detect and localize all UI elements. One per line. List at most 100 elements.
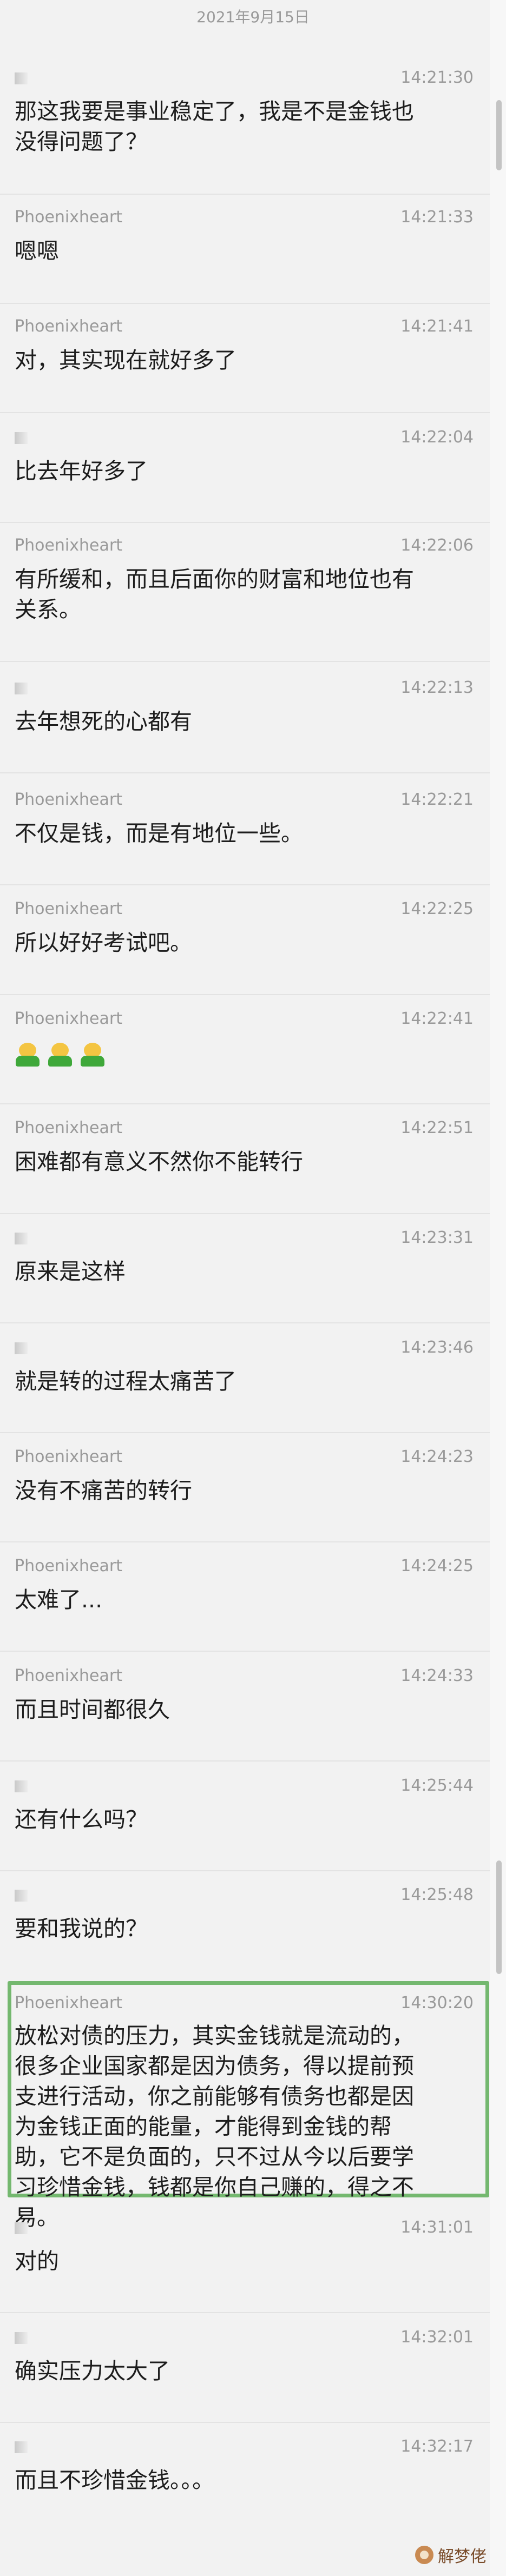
divider — [0, 772, 490, 773]
message-sender: Phoenixheart — [15, 1447, 122, 1466]
masked-sender-avatar — [15, 2441, 28, 2453]
message-text: 不仅是钱，而是有地位一些。 — [15, 820, 303, 846]
message-text: 困难都有意义不然你不能转行 — [15, 1149, 303, 1175]
message-time: 14:22:13 — [400, 678, 474, 697]
masked-sender-avatar — [15, 2332, 28, 2344]
message-time: 14:22:25 — [400, 899, 474, 918]
message-time: 14:30:20 — [400, 1994, 474, 2012]
chat-message: Phoenixheart 14:22:06 有所缓和，而且后面你的财富和地位也有… — [0, 533, 490, 630]
divider — [0, 1432, 490, 1433]
message-time: 14:22:06 — [400, 536, 474, 555]
divider — [0, 194, 490, 195]
message-time: 14:22:21 — [400, 790, 474, 809]
divider — [0, 1870, 490, 1871]
scrollbar-thumb-lower[interactable] — [496, 1860, 502, 1974]
message-text: 放松对债的压力，其实金钱就是流动的， 很多企业国家都是因为债务，得以提前预 支进… — [15, 2023, 414, 2230]
divider — [0, 994, 490, 995]
chat-message: 14:32:17 而且不珍惜金钱。。。 — [0, 2434, 490, 2499]
divider — [0, 412, 490, 413]
message-text: 嗯嗯 — [15, 238, 59, 264]
message-time: 14:21:30 — [400, 68, 474, 87]
message-sender: Phoenixheart — [15, 1118, 122, 1137]
message-time: 14:23:31 — [400, 1228, 474, 1247]
message-text: 太难了... — [15, 1587, 103, 1613]
chat-message: 14:23:46 就是转的过程太痛苦了 — [0, 1335, 490, 1400]
message-sender: Phoenixheart — [15, 790, 122, 809]
message-time: 14:21:41 — [400, 317, 474, 336]
watermark-logo-icon — [415, 2546, 433, 2564]
divider — [0, 1541, 490, 1542]
masked-sender-avatar — [15, 2222, 28, 2234]
divider — [0, 303, 490, 304]
message-text: 有所缓和，而且后面你的财富和地位也有 关系。 — [15, 566, 414, 623]
chat-message: 14:22:04 比去年好多了 — [0, 425, 490, 489]
message-time: 14:24:23 — [400, 1447, 474, 1466]
divider — [0, 2312, 490, 2313]
masked-sender-avatar — [15, 683, 28, 694]
date-header: 2021年9月15日 — [196, 8, 310, 26]
chat-message: Phoenixheart 14:21:33 嗯嗯 — [0, 204, 490, 269]
message-text: 比去年好多了 — [15, 458, 148, 484]
message-text: 所以好好考试吧。 — [15, 930, 192, 956]
chat-message: Phoenixheart 14:24:25 太难了... — [0, 1553, 490, 1618]
chat-message: 14:23:31 原来是这样 — [0, 1225, 490, 1290]
divider — [0, 1103, 490, 1104]
message-text: 去年想死的心都有 — [15, 708, 192, 734]
divider — [0, 1760, 490, 1762]
divider — [0, 1651, 490, 1652]
chat-message: Phoenixheart 14:24:23 没有不痛苦的转行 — [0, 1444, 490, 1509]
message-time: 14:22:51 — [400, 1118, 474, 1137]
celebration-emoji-icon — [80, 1042, 106, 1068]
celebration-emoji-icon — [15, 1042, 41, 1068]
message-text: 对的 — [15, 2248, 59, 2274]
message-text: 而且不珍惜金钱。。。 — [15, 2467, 214, 2493]
message-text: 而且时间都很久 — [15, 1697, 170, 1723]
message-text: 原来是这样 — [15, 1259, 126, 1284]
masked-sender-avatar — [15, 432, 28, 444]
message-sender: Phoenixheart — [15, 899, 122, 918]
message-time: 14:24:33 — [400, 1666, 474, 1685]
chat-message: 14:31:01 对的 — [0, 2215, 490, 2280]
message-sender: Phoenixheart — [15, 536, 122, 555]
divider — [0, 661, 490, 662]
message-text: 确实压力太大了 — [15, 2358, 170, 2384]
emoji-group — [15, 1042, 106, 1068]
watermark-text: 解梦佬 — [438, 2547, 487, 2566]
chat-message: Phoenixheart 14:21:41 对，其实现在就好多了 — [0, 314, 490, 379]
scrollbar-thumb[interactable] — [496, 100, 502, 170]
divider — [0, 1213, 490, 1214]
masked-sender-avatar — [15, 1233, 28, 1244]
watermark: 解梦佬 — [415, 2543, 487, 2567]
chat-message: 14:25:44 还有什么吗？ — [0, 1773, 490, 1838]
message-text: 对，其实现在就好多了 — [15, 347, 236, 373]
divider — [0, 884, 490, 885]
masked-sender-avatar — [15, 1890, 28, 1902]
chat-message: Phoenixheart 14:22:51 困难都有意义不然你不能转行 — [0, 1115, 490, 1180]
message-time: 14:25:44 — [400, 1776, 474, 1795]
divider — [0, 1322, 490, 1323]
message-time: 14:25:48 — [400, 1885, 474, 1904]
divider — [0, 2422, 490, 2423]
scrollbar-track[interactable] — [490, 0, 506, 2576]
chat-message: Phoenixheart 14:24:33 而且时间都很久 — [0, 1663, 490, 1728]
message-time: 14:32:17 — [400, 2437, 474, 2456]
chat-message: 14:22:13 去年想死的心都有 — [0, 675, 490, 740]
message-text: 还有什么吗？ — [15, 1806, 148, 1832]
message-time: 14:22:04 — [400, 428, 474, 447]
masked-sender-avatar — [15, 1780, 28, 1792]
message-time: 14:23:46 — [400, 1338, 474, 1357]
message-text: 要和我说的？ — [15, 1916, 148, 1942]
message-text: 那这我要是事业稳定了，我是不是金钱也 没得问题了？ — [15, 98, 414, 155]
masked-sender-avatar — [15, 72, 28, 84]
masked-sender-avatar — [15, 1342, 28, 1354]
highlighted-chat-message: Phoenixheart 14:30:20 放松对债的压力，其实金钱就是流动的，… — [0, 1990, 490, 2230]
chat-message: 14:25:48 要和我说的？ — [0, 1882, 490, 1947]
message-sender: Phoenixheart — [15, 1666, 122, 1685]
message-time: 14:21:33 — [400, 208, 474, 227]
message-time: 14:22:41 — [400, 1009, 474, 1028]
chat-message: 14:21:30 那这我要是事业稳定了，我是不是金钱也 没得问题了？ — [0, 65, 490, 162]
divider — [0, 522, 490, 523]
message-sender: Phoenixheart — [15, 1994, 122, 2012]
message-time: 14:31:01 — [400, 2218, 474, 2237]
message-text: 就是转的过程太痛苦了 — [15, 1368, 236, 1394]
